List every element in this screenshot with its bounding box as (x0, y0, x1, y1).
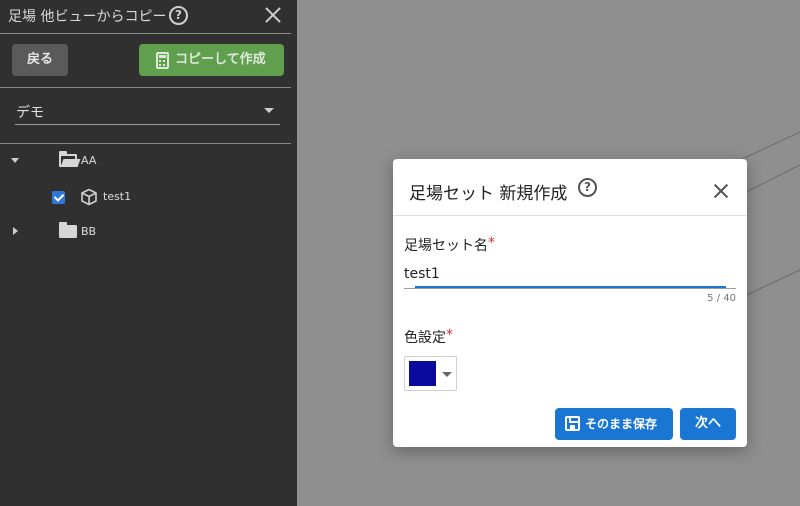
scaffold-set-name-input[interactable] (404, 259, 736, 289)
cube-icon (81, 188, 97, 206)
required-mark: * (488, 235, 495, 251)
select-divider (0, 143, 291, 144)
chevron-down-icon (264, 108, 274, 113)
save-as-is-label: そのまま保存 (585, 417, 658, 431)
tree-item-label: BB (81, 225, 97, 238)
tree-item-checkbox[interactable] (52, 191, 65, 204)
required-mark: * (446, 327, 453, 343)
dialog-title: 足場セット 新規作成 (409, 184, 568, 204)
tree-item-label: test1 (103, 190, 132, 203)
save-as-is-button[interactable]: そのまま保存 (555, 408, 673, 440)
header-divider (0, 33, 291, 34)
tree-item-bb[interactable]: BB (0, 220, 297, 244)
view-select-value: デモ (16, 105, 44, 121)
new-scaffold-set-dialog: 足場セット 新規作成 ? 足場セット名* 5 / 40 色設定* そのまま保存 … (393, 159, 747, 447)
color-field-label: 色設定* (404, 327, 453, 347)
view-select[interactable]: デモ (15, 96, 280, 125)
expand-arrow-right-icon[interactable] (13, 227, 18, 235)
close-icon[interactable] (264, 5, 282, 23)
next-button[interactable]: 次へ (680, 408, 736, 440)
help-icon[interactable]: ? (169, 6, 188, 25)
save-icon (565, 416, 580, 431)
panel-header: 足場 他ビューからコピー ? (0, 0, 297, 32)
tree-item-test1[interactable]: test1 (0, 185, 297, 209)
copy-create-button[interactable]: コピーして作成 (139, 44, 284, 76)
name-field-label: 足場セット名* (404, 235, 495, 255)
calculator-icon (156, 52, 169, 69)
back-button[interactable]: 戻る (12, 44, 68, 76)
tree-item-aa[interactable]: AA (0, 149, 297, 173)
tree-item-label: AA (81, 154, 97, 167)
expand-arrow-down-icon[interactable] (11, 158, 19, 163)
copy-create-label: コピーして作成 (175, 52, 266, 67)
name-label-text: 足場セット名 (404, 238, 488, 254)
close-icon[interactable] (713, 183, 729, 199)
dialog-divider (393, 215, 747, 216)
color-label-text: 色設定 (404, 330, 446, 346)
color-swatch (409, 361, 436, 386)
input-focus-underline (415, 286, 726, 288)
help-icon[interactable]: ? (578, 178, 597, 197)
character-counter: 5 / 40 (707, 293, 736, 304)
copy-from-view-panel: 足場 他ビューからコピー ? 戻る コピーして作成 デモ AA test1 BB (0, 0, 297, 506)
chevron-down-icon (442, 372, 452, 377)
panel-title: 足場 他ビューからコピー (8, 9, 167, 25)
toolbar-divider (0, 87, 291, 88)
folder-icon (59, 222, 77, 238)
folder-open-icon (59, 151, 77, 167)
viewport-lines (740, 131, 800, 299)
color-picker[interactable] (404, 356, 457, 391)
